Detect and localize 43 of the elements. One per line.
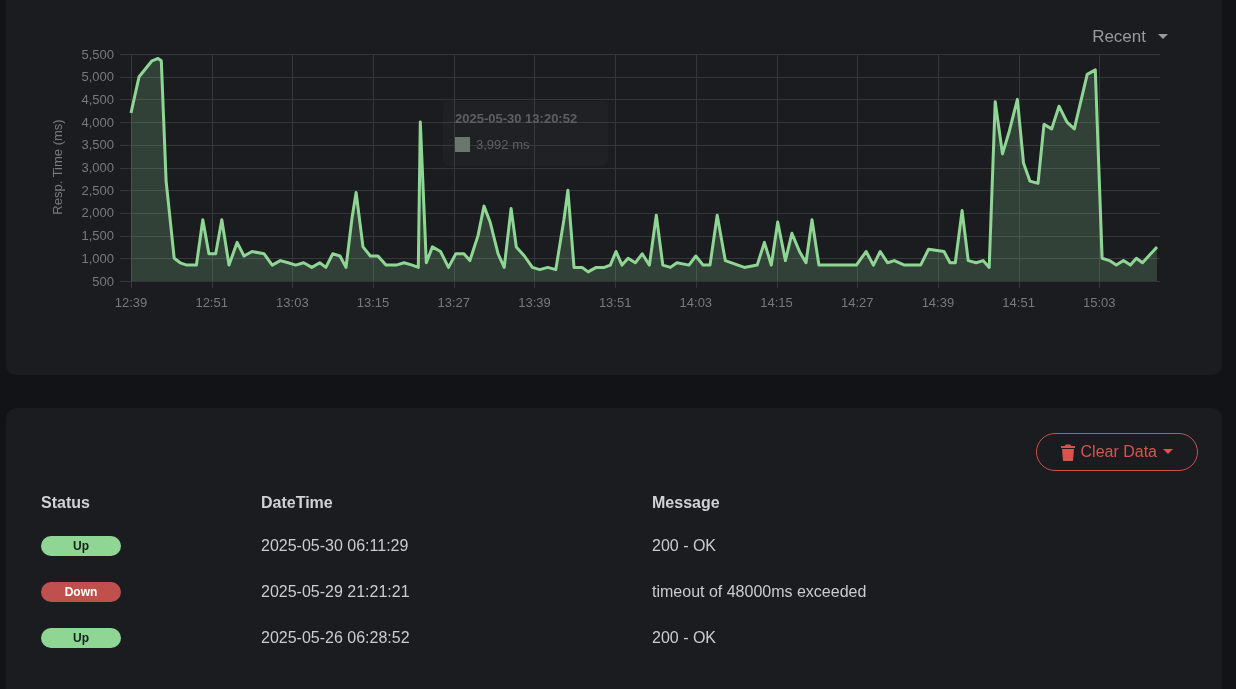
axis-label: 13:15	[356, 295, 390, 310]
tooltip-value: 3,992 ms	[476, 137, 530, 152]
table-cell-text: timeout of 48000ms exceeded	[652, 582, 867, 602]
axis-label: 500	[92, 273, 114, 289]
range-dropdown[interactable]: Recent	[1092, 24, 1168, 50]
axis-title: Resp. Time (ms)	[50, 119, 65, 215]
column-header: DateTime	[261, 493, 333, 513]
caret-icon	[1158, 34, 1168, 40]
table-cell-text: 2025-05-29 21:21:21	[261, 582, 410, 602]
axis-label: 4,000	[81, 114, 114, 130]
axis-label: 5,500	[81, 46, 114, 62]
status-badge: Up	[41, 628, 121, 648]
axis-label: 5,000	[81, 69, 114, 85]
caret-icon	[1163, 449, 1173, 455]
axis-label: 14:15	[760, 295, 793, 310]
axis-label: 13:27	[437, 295, 471, 310]
axis-label: 3,000	[81, 160, 114, 175]
axis-label: 12:51	[195, 295, 228, 310]
column-header: Message	[652, 493, 720, 513]
status-badge: Down	[41, 582, 121, 602]
table-cell-text: 200 - OK	[652, 536, 717, 556]
column-header: Status	[41, 493, 90, 513]
axis-label: 15:03	[1083, 295, 1116, 310]
trash-icon	[1060, 443, 1075, 461]
axis-label: 13:39	[518, 295, 551, 310]
axis-label: 13:03	[276, 295, 309, 310]
table-cell-text: 200 - OK	[652, 628, 717, 648]
axis-label: 14:27	[840, 295, 874, 310]
axis-label: 14:39	[921, 295, 955, 310]
axis-label: 2,500	[81, 182, 114, 198]
axis-label: 3,500	[81, 137, 114, 153]
axis-label: 14:03	[679, 295, 713, 310]
axis-label: 2,000	[81, 205, 114, 221]
axis-label: 1,500	[81, 228, 114, 244]
table-cell-text: 2025-05-30 06:11:29	[261, 536, 409, 556]
status-badge: Up	[41, 536, 121, 556]
axis-label: 12:39	[114, 295, 148, 310]
axis-label: 4,500	[81, 91, 114, 107]
tooltip-title: 2025-05-30 13:20:52	[455, 111, 579, 126]
axis-label: 1,000	[81, 250, 114, 266]
table-cell-text: 2025-05-26 06:28:52	[261, 628, 410, 648]
axis-label: 13:51	[598, 295, 632, 310]
axis-label: 14:51	[1002, 295, 1035, 310]
